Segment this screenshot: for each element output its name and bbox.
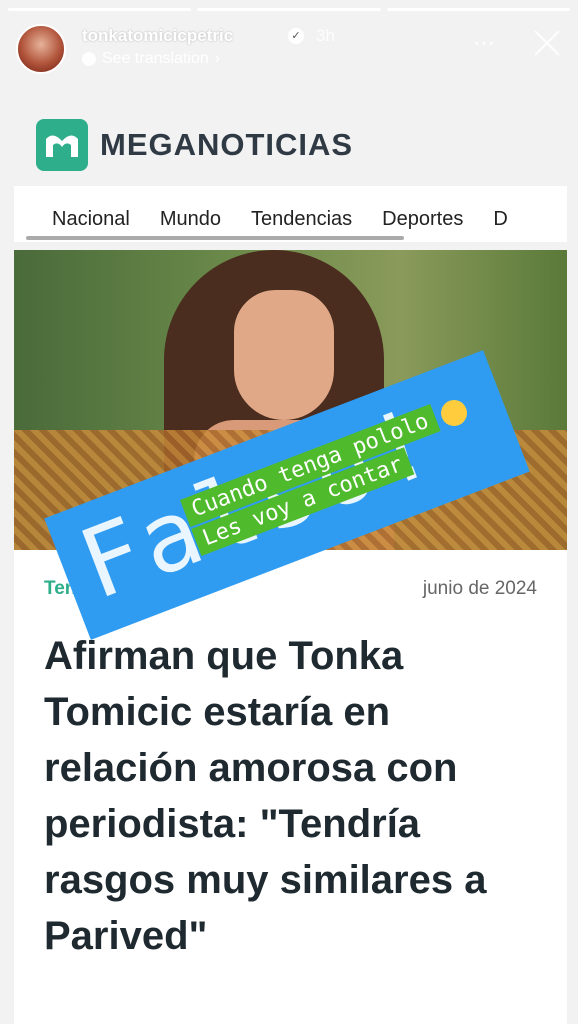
post-time: 3h: [316, 26, 335, 45]
close-icon[interactable]: [530, 26, 564, 60]
nav-item-more[interactable]: D: [493, 208, 507, 231]
article-date: junio de 2024: [422, 578, 537, 599]
site-nav: Nacional Mundo Tendencias Deportes D: [14, 186, 567, 242]
site-logo: MEGANOTICIAS: [36, 118, 353, 172]
nav-item-nacional[interactable]: Nacional: [52, 208, 130, 231]
more-options-icon[interactable]: ⋯: [473, 30, 496, 56]
see-translation-label: See translation: [102, 50, 209, 67]
story-progress: [8, 8, 570, 11]
nav-item-mundo[interactable]: Mundo: [160, 208, 221, 231]
hero-photo-face: [234, 290, 334, 420]
story-header: tonkatomicicpetric ✓ 3h See translation …: [16, 20, 564, 76]
username[interactable]: tonkatomicicpetric: [82, 26, 233, 46]
meganoticias-logo-icon: [36, 119, 88, 171]
verified-icon: ✓: [288, 28, 304, 44]
progress-segment: [197, 8, 381, 11]
logo-text: MEGANOTICIAS: [100, 127, 354, 162]
story-view: tonkatomicicpetric ✓ 3h See translation …: [0, 0, 578, 1024]
globe-icon: [82, 52, 96, 66]
nav-item-tendencias[interactable]: Tendencias: [251, 208, 352, 231]
nav-item-deportes[interactable]: Deportes: [382, 208, 463, 231]
nav-scrollbar[interactable]: [26, 236, 404, 240]
article-headline[interactable]: Afirman que Tonka Tomicic estaría en rel…: [44, 628, 544, 964]
progress-segment: [8, 8, 192, 11]
avatar[interactable]: [16, 24, 66, 74]
progress-segment: [386, 8, 570, 11]
see-translation-link[interactable]: See translation ›: [82, 50, 220, 68]
chevron-right-icon: ›: [214, 50, 221, 67]
